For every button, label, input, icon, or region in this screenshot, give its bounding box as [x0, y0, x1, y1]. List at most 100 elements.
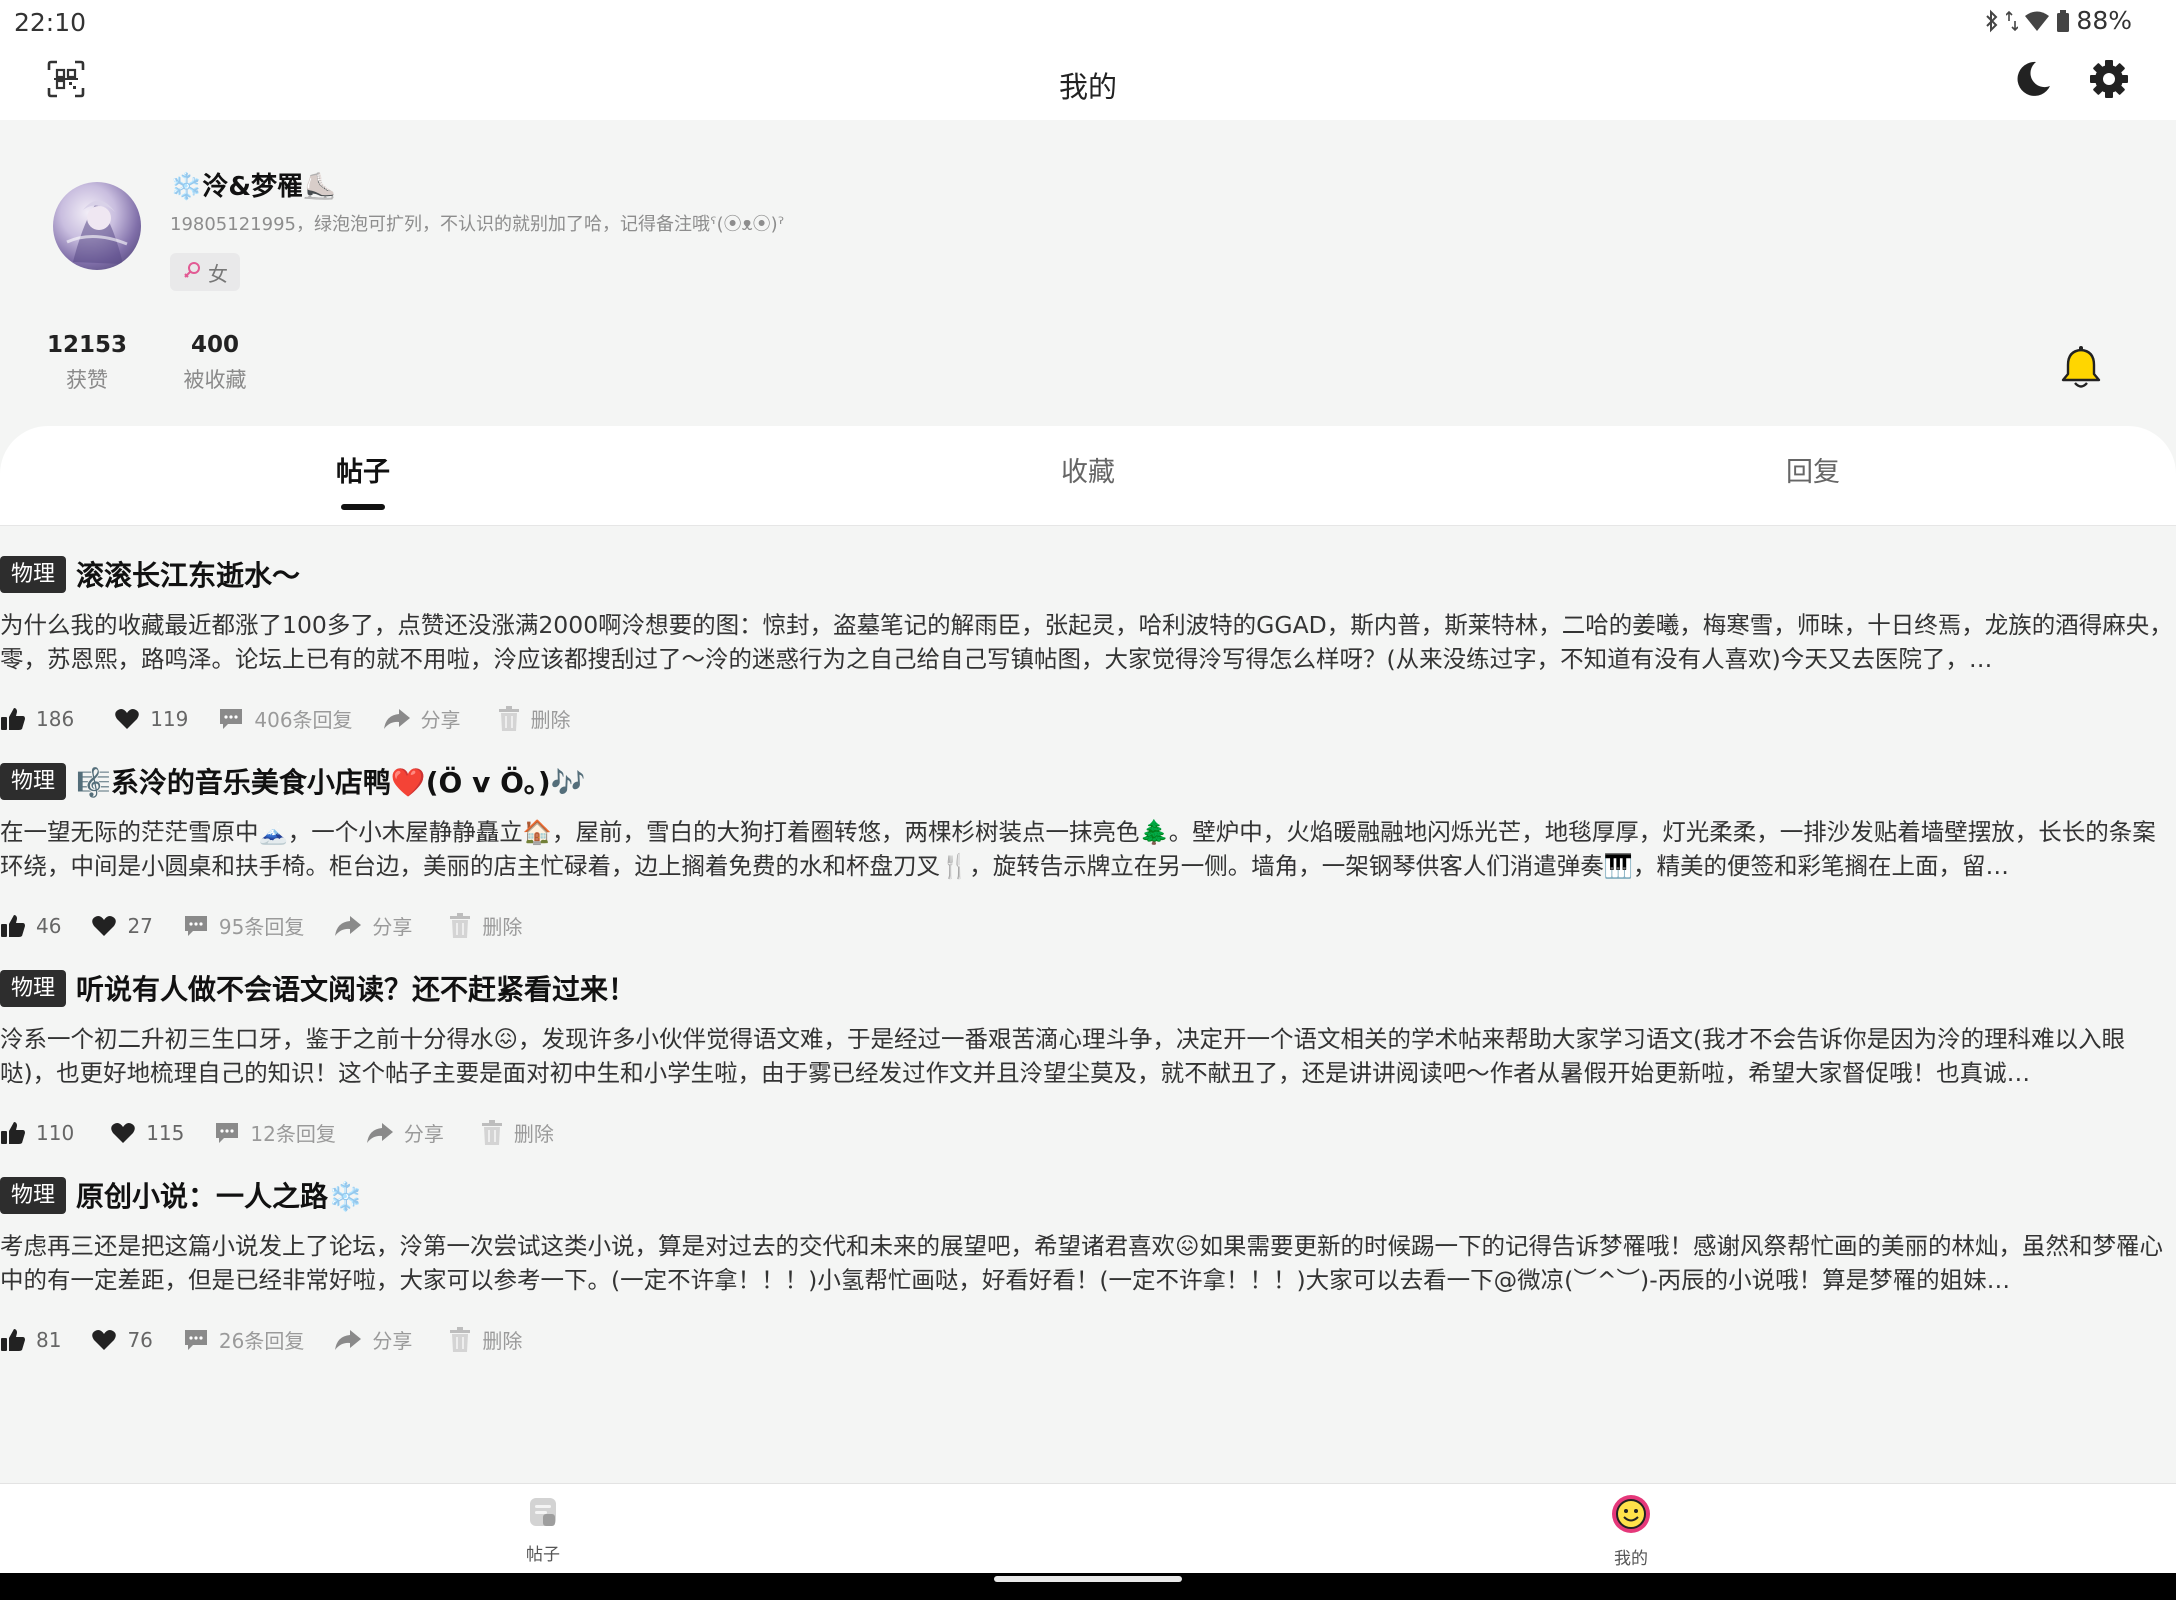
username: ❄️泠&梦罹⛸️ — [170, 172, 336, 202]
post-title[interactable]: 🎼系泠的音乐美食小店鸭❤️(Ö v Ö｡)🎶 — [76, 761, 586, 801]
post-list: 物理 滚滚长江东逝水～ 为什么我的收藏最近都涨了100多了，点赞还没涨满2000… — [0, 540, 2176, 1368]
nav-item-posts[interactable]: 帖子 — [483, 1494, 603, 1565]
heart-icon — [110, 1121, 136, 1145]
post-title[interactable]: 原创小说：一人之路❄️ — [76, 1175, 363, 1215]
post-card[interactable]: 物理 🎼系泠的音乐美食小店鸭❤️(Ö v Ö｡)🎶 在一望无际的茫茫雪原中🗻，一… — [0, 747, 2176, 954]
tab-posts[interactable]: 帖子 — [213, 450, 513, 489]
stat-favorited[interactable]: 400 被收藏 — [155, 332, 275, 394]
tab-favorites[interactable]: 收藏 — [938, 450, 1238, 489]
thumbs-up-icon — [0, 913, 26, 939]
bottom-nav: 帖子 我的 — [0, 1483, 2176, 1573]
like-count: 110 — [36, 1120, 75, 1145]
trash-icon — [448, 1326, 472, 1353]
content-tabs: 帖子 收藏 回复 — [0, 426, 2176, 526]
status-time: 22:10 — [14, 8, 87, 37]
post-excerpt[interactable]: 在一望无际的茫茫雪原中🗻，一个小木屋静静矗立🏠，屋前，雪白的大狗打着圈转悠，两棵… — [0, 815, 2176, 883]
bluetooth-icon — [1984, 9, 2000, 33]
gender-chip: 女 — [170, 253, 240, 291]
delete-button[interactable]: 删除 — [448, 1325, 522, 1354]
reply-button[interactable]: 26条回复 — [183, 1325, 304, 1354]
app-root: 22:10 88% 我的 ❄️泠&梦罹⛸️ 19805121995，绿泡泡可扩列… — [0, 0, 2176, 1600]
status-icons: 88% — [1984, 6, 2132, 35]
delete-button[interactable]: 删除 — [497, 704, 571, 733]
stat-likes[interactable]: 12153 获赞 — [27, 332, 147, 394]
reply-button[interactable]: 406条回复 — [218, 704, 353, 733]
profile-section: ❄️泠&梦罹⛸️ 19805121995，绿泡泡可扩列，不认识的就别加了哈，记得… — [0, 120, 2176, 430]
post-card[interactable]: 物理 原创小说：一人之路❄️ 考虑再三还是把这篇小说发上了论坛，泠第一次尝试这类… — [0, 1161, 2176, 1368]
post-title[interactable]: 滚滚长江东逝水～ — [76, 554, 300, 594]
wifi-icon — [2024, 10, 2050, 32]
like-button[interactable]: 186 — [0, 706, 74, 732]
favorite-button[interactable]: 119 — [114, 707, 188, 731]
post-header: 物理 听说有人做不会语文阅读？还不赶紧看过来！ — [0, 968, 636, 1008]
post-category-badge[interactable]: 物理 — [0, 969, 67, 1007]
nav-label-posts: 帖子 — [526, 1545, 560, 1565]
heart-icon — [114, 707, 140, 731]
reply-button[interactable]: 95条回复 — [183, 911, 304, 940]
post-card[interactable]: 物理 听说有人做不会语文阅读？还不赶紧看过来！ 泠系一个初二升初三生口牙，鉴于之… — [0, 954, 2176, 1161]
post-category-badge[interactable]: 物理 — [0, 1176, 67, 1214]
tab-active-indicator — [341, 504, 385, 510]
stat-likes-label: 获赞 — [66, 368, 108, 392]
post-card[interactable]: 物理 滚滚长江东逝水～ 为什么我的收藏最近都涨了100多了，点赞还没涨满2000… — [0, 540, 2176, 747]
share-label: 分享 — [420, 708, 461, 732]
favorite-button[interactable]: 76 — [91, 1327, 153, 1352]
battery-icon — [2056, 9, 2070, 33]
delete-label: 删除 — [513, 1122, 554, 1146]
post-excerpt[interactable]: 为什么我的收藏最近都涨了100多了，点赞还没涨满2000啊泠想要的图：惊封，盗墓… — [0, 608, 2176, 676]
notification-bell-icon[interactable] — [2058, 345, 2104, 391]
dark-mode-moon-icon[interactable] — [2012, 58, 2054, 100]
delete-label: 删除 — [530, 708, 571, 732]
share-label: 分享 — [403, 1122, 444, 1146]
share-button[interactable]: 分享 — [334, 911, 412, 940]
status-bar: 22:10 88% — [0, 0, 2176, 44]
avatar[interactable] — [53, 182, 141, 270]
delete-button[interactable]: 删除 — [480, 1118, 554, 1147]
posts-icon — [525, 1494, 561, 1534]
post-header: 物理 🎼系泠的音乐美食小店鸭❤️(Ö v Ö｡)🎶 — [0, 761, 586, 801]
share-button[interactable]: 分享 — [383, 704, 461, 733]
like-button[interactable]: 46 — [0, 913, 61, 939]
reply-count: 26条回复 — [218, 1329, 305, 1353]
reply-count: 406条回复 — [254, 708, 353, 732]
delete-button[interactable]: 删除 — [448, 911, 522, 940]
favorite-button[interactable]: 115 — [110, 1121, 184, 1145]
trash-icon — [497, 705, 521, 732]
smiley-face-icon — [1611, 1494, 1651, 1538]
thumbs-up-icon — [0, 706, 26, 732]
share-arrow-icon — [334, 1328, 362, 1352]
nav-item-me[interactable]: 我的 — [1571, 1494, 1691, 1569]
comment-icon — [183, 1327, 209, 1353]
post-category-badge[interactable]: 物理 — [0, 555, 67, 593]
favorite-count: 27 — [127, 913, 153, 938]
share-arrow-icon — [334, 914, 362, 938]
comment-icon — [183, 913, 209, 939]
favorite-button[interactable]: 27 — [91, 913, 153, 938]
like-button[interactable]: 81 — [0, 1327, 61, 1353]
trash-icon — [448, 912, 472, 939]
comment-icon — [214, 1120, 240, 1146]
post-category-badge[interactable]: 物理 — [0, 762, 67, 800]
share-arrow-icon — [383, 707, 411, 731]
post-actions: 110 115 12条回复 分享 删除 — [0, 1118, 554, 1147]
home-gesture-handle[interactable] — [994, 1576, 1182, 1582]
reply-count: 95条回复 — [218, 915, 305, 939]
tab-replies[interactable]: 回复 — [1663, 450, 1963, 489]
share-label: 分享 — [372, 915, 413, 939]
post-excerpt[interactable]: 泠系一个初二升初三生口牙，鉴于之前十分得水😖，发现许多小伙伴觉得语文难，于是经过… — [0, 1022, 2176, 1090]
delete-label: 删除 — [482, 1329, 523, 1353]
post-title[interactable]: 听说有人做不会语文阅读？还不赶紧看过来！ — [76, 968, 636, 1008]
favorite-count: 76 — [127, 1327, 153, 1352]
post-excerpt[interactable]: 考虑再三还是把这篇小说发上了论坛，泠第一次尝试这类小说，算是对过去的交代和未来的… — [0, 1229, 2176, 1297]
like-count: 186 — [36, 706, 75, 731]
app-bar: 我的 — [0, 44, 2176, 120]
post-header: 物理 滚滚长江东逝水～ — [0, 554, 300, 594]
comment-icon — [218, 706, 244, 732]
share-button[interactable]: 分享 — [366, 1118, 444, 1147]
like-count: 46 — [36, 913, 62, 938]
data-arrows-icon — [2006, 9, 2019, 33]
settings-gear-icon[interactable] — [2088, 58, 2130, 100]
reply-button[interactable]: 12条回复 — [214, 1118, 336, 1147]
share-button[interactable]: 分享 — [334, 1325, 412, 1354]
like-button[interactable]: 110 — [0, 1120, 74, 1146]
